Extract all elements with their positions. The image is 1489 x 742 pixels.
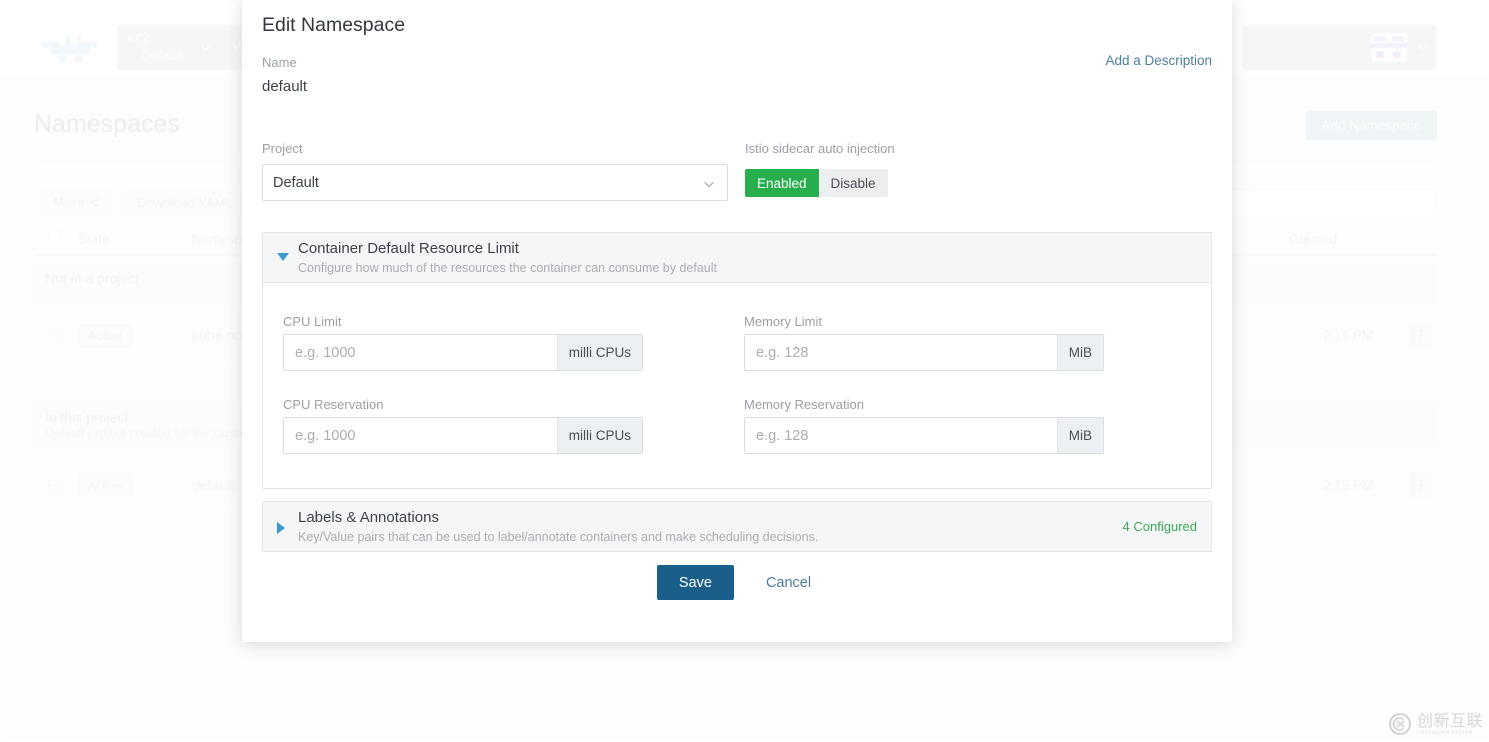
cpu-reservation-input[interactable]	[284, 418, 557, 453]
resource-panel-subtitle: Configure how much of the resources the …	[298, 261, 717, 275]
name-value: default	[262, 78, 308, 95]
name-label: Name	[262, 55, 297, 70]
triangle-right-icon[interactable]	[277, 522, 285, 534]
labels-configured-badge: 4 Configured	[1122, 519, 1197, 534]
memory-reservation-label: Memory Reservation	[744, 397, 864, 412]
istio-disable-button[interactable]: Disable	[818, 169, 888, 197]
project-label: Project	[262, 141, 303, 156]
chevron-down-icon	[704, 181, 714, 188]
modal-footer: Save Cancel	[242, 565, 1232, 600]
add-description-link[interactable]: Add a Description	[1105, 53, 1212, 68]
container-resource-limit-panel: Container Default Resource Limit Configu…	[262, 232, 1212, 489]
cancel-button[interactable]: Cancel	[760, 574, 817, 592]
watermark-text: 创新互联	[1416, 711, 1483, 731]
resource-panel-header[interactable]: Container Default Resource Limit Configu…	[263, 233, 1211, 283]
memory-reservation-input[interactable]	[745, 418, 1057, 453]
memory-limit-field: Memory Limit MiB	[744, 314, 1104, 371]
cpu-limit-input[interactable]	[284, 335, 557, 370]
resource-panel-title: Container Default Resource Limit	[298, 240, 519, 257]
cpu-reservation-unit: milli CPUs	[556, 418, 642, 453]
labels-panel-header[interactable]: Labels & Annotations Key/Value pairs tha…	[263, 502, 1211, 551]
memory-limit-input[interactable]	[745, 335, 1057, 370]
project-select-value: Default	[273, 174, 319, 191]
save-button[interactable]: Save	[656, 565, 734, 600]
memory-limit-unit: MiB	[1056, 335, 1103, 370]
watermark: 创新互联 CHUANGXIN HULIAN	[1388, 711, 1483, 736]
cpu-limit-field: CPU Limit milli CPUs	[283, 314, 643, 371]
cpu-reservation-label: CPU Reservation	[283, 397, 384, 412]
cpu-limit-label: CPU Limit	[283, 314, 342, 329]
memory-limit-label: Memory Limit	[744, 314, 823, 329]
istio-enabled-button[interactable]: Enabled	[745, 169, 819, 197]
labels-annotations-panel: Labels & Annotations Key/Value pairs tha…	[262, 501, 1212, 552]
cpu-reservation-field: CPU Reservation milli CPUs	[283, 397, 643, 454]
memory-reservation-unit: MiB	[1056, 418, 1103, 453]
edit-namespace-modal: Edit Namespace Name default Add a Descri…	[242, 0, 1232, 642]
project-select[interactable]: Default	[262, 164, 728, 201]
triangle-down-icon[interactable]	[277, 253, 289, 261]
istio-label: Istio sidecar auto injection	[745, 141, 895, 156]
modal-overlay: Edit Namespace Name default Add a Descri…	[0, 0, 1489, 742]
cpu-limit-unit: milli CPUs	[556, 335, 642, 370]
cx-circle-logo	[1388, 712, 1412, 736]
modal-title: Edit Namespace	[262, 14, 406, 36]
labels-panel-title: Labels & Annotations	[298, 509, 439, 526]
watermark-subtext: CHUANGXIN HULIAN	[1416, 730, 1473, 736]
istio-toggle-group: Enabled Disable	[745, 169, 888, 197]
memory-reservation-field: Memory Reservation MiB	[744, 397, 1104, 454]
labels-panel-subtitle: Key/Value pairs that can be used to labe…	[298, 530, 819, 544]
